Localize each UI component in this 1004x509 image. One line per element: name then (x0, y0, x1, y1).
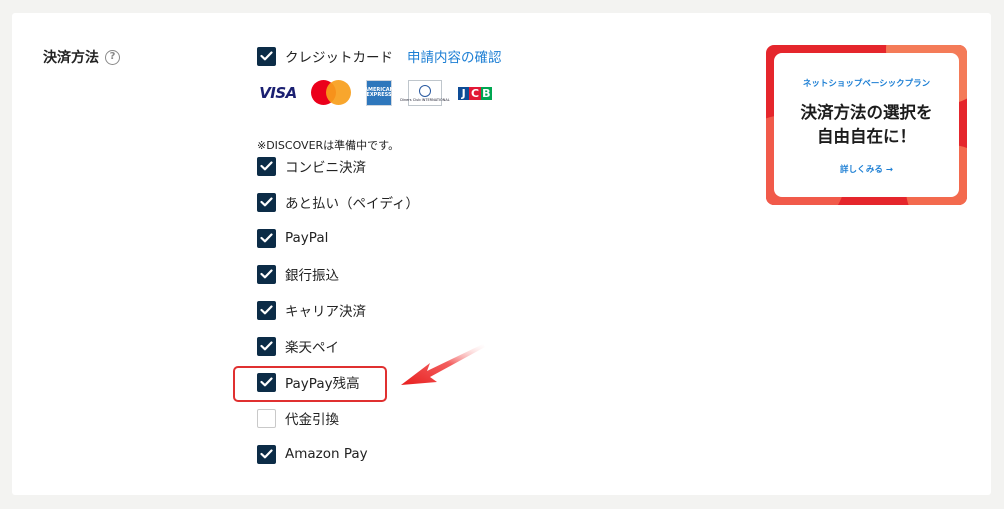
banner-details-link[interactable]: 詳しくみる → (840, 163, 893, 175)
check-icon (260, 449, 273, 459)
payment-option-label: キャリア決済 (285, 304, 366, 320)
option-credit-card[interactable]: クレジットカード 申請内容の確認 (257, 46, 502, 66)
payment-option-checkbox[interactable] (257, 336, 276, 356)
promo-banner-content: ネットショップベーシックプラン 決済方法の選択を 自由自在に！ 詳しくみる → (774, 53, 959, 197)
payment-option[interactable]: PayPal (257, 228, 328, 248)
payment-option-checkbox[interactable] (257, 408, 276, 428)
card-brand-logos: VISA AMERICAN EXPRESS Diners Club INTERN… (258, 80, 492, 106)
section-label: 決済方法 ? (43, 47, 120, 67)
payment-option-label: 代金引換 (285, 412, 339, 428)
check-icon (260, 269, 273, 279)
banner-title: 決済方法の選択を 自由自在に！ (801, 101, 933, 149)
banner-title-line2: 自由自在に！ (817, 126, 916, 146)
visa-logo: VISA (259, 84, 297, 102)
jcb-letter-c: C (469, 86, 481, 100)
banner-title-line1: 決済方法の選択を (800, 103, 933, 122)
payment-option-checkbox[interactable] (257, 444, 276, 464)
promo-banner[interactable]: ネットショップベーシックプラン 決済方法の選択を 自由自在に！ 詳しくみる → (766, 45, 967, 205)
payment-option[interactable]: 楽天ペイ (257, 336, 339, 356)
section-title: 決済方法 (43, 50, 99, 66)
payment-option-checkbox[interactable] (257, 300, 276, 320)
diners-text: Diners Club INTERNATIONAL (400, 97, 450, 102)
checkbox-credit-card[interactable] (257, 46, 276, 66)
check-icon (260, 161, 273, 171)
check-icon (260, 341, 273, 351)
payment-option-label: 楽天ペイ (285, 340, 339, 356)
payment-option[interactable]: あと払い（ペイディ） (257, 192, 419, 212)
payment-option[interactable]: 代金引換 (257, 408, 339, 428)
payment-option[interactable]: 銀行振込 (257, 264, 339, 284)
payment-option-label: あと払い（ペイディ） (285, 196, 420, 212)
mastercard-logo (311, 80, 351, 106)
payment-option-checkbox[interactable] (257, 156, 276, 176)
payment-option-label: 銀行振込 (285, 268, 339, 284)
payment-option[interactable]: Amazon Pay (257, 444, 368, 464)
banner-subtitle: ネットショップベーシックプラン (802, 79, 931, 89)
payment-option-label: コンビニ決済 (285, 160, 366, 176)
option-label: クレジットカード (285, 50, 393, 66)
jcb-letter-b: B (480, 86, 492, 100)
highlight-box (233, 366, 387, 402)
settings-card: 決済方法 ? クレジットカード 申請内容の確認 VISA AMERICAN EX… (12, 13, 991, 495)
help-icon[interactable]: ? (105, 49, 120, 65)
payment-option[interactable]: コンビニ決済 (257, 156, 366, 176)
check-icon (260, 305, 273, 315)
payment-option-label: Amazon Pay (285, 446, 368, 462)
red-arrow-icon (401, 344, 485, 385)
amex-logo: AMERICAN EXPRESS (364, 80, 394, 106)
payment-option-checkbox[interactable] (257, 192, 276, 212)
payment-option[interactable]: キャリア決済 (257, 300, 366, 320)
jcb-logo: J C B (458, 80, 492, 106)
jcb-letter-j: J (458, 86, 470, 100)
confirm-application-link[interactable]: 申請内容の確認 (407, 46, 502, 66)
check-icon (260, 197, 273, 207)
check-icon (260, 51, 273, 61)
discover-note: ※DISCOVERは準備中です。 (257, 139, 400, 152)
payment-option-checkbox[interactable] (257, 228, 276, 248)
payment-option-label: PayPal (285, 230, 329, 246)
diners-logo: Diners Club INTERNATIONAL (400, 80, 450, 106)
check-icon (260, 233, 273, 243)
payment-option-checkbox[interactable] (257, 264, 276, 284)
